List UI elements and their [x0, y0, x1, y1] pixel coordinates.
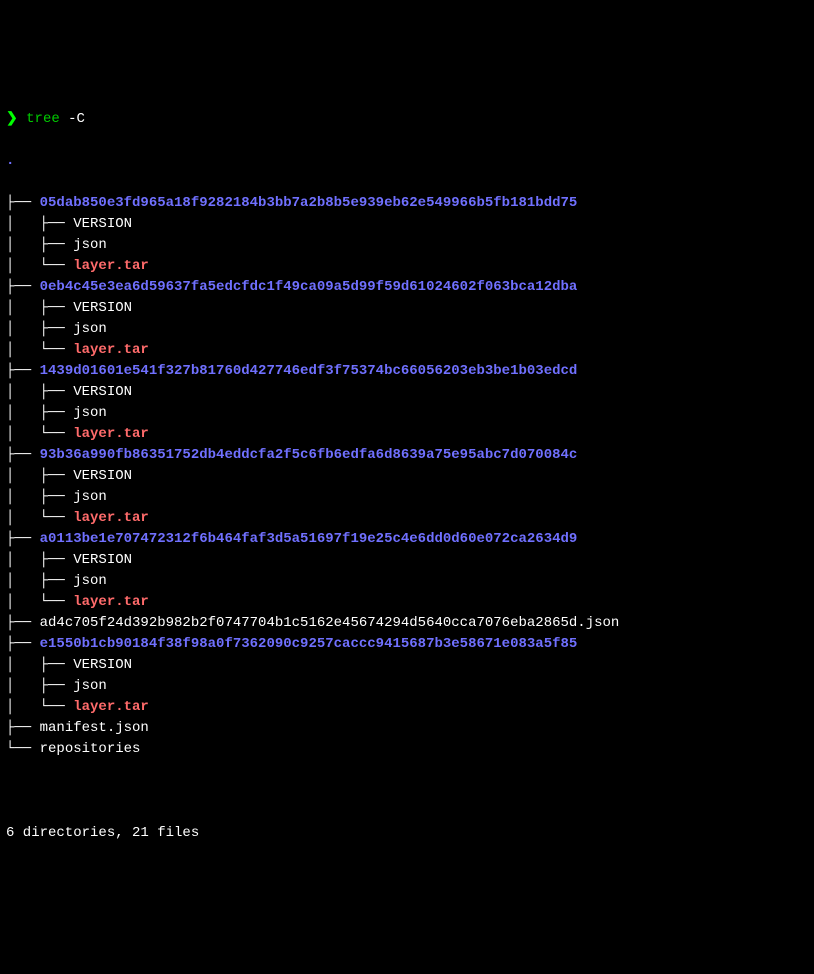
tree-entry-name: VERSION: [73, 300, 132, 316]
tree-row: ├── a0113be1e707472312f6b464faf3d5a51697…: [6, 529, 808, 550]
tree-row: │ ├── json: [6, 235, 808, 256]
tree-entry-name: 0eb4c45e3ea6d59637fa5edcfdc1f49ca09a5d99…: [40, 279, 578, 295]
tree-row: ├── manifest.json: [6, 718, 808, 739]
tree-row: │ ├── json: [6, 571, 808, 592]
tree-entry-name: 05dab850e3fd965a18f9282184b3bb7a2b8b5e93…: [40, 195, 578, 211]
tree-body: ├── 05dab850e3fd965a18f9282184b3bb7a2b8b…: [6, 193, 808, 760]
tree-row: └── repositories: [6, 739, 808, 760]
tree-summary: 6 directories, 21 files: [6, 823, 808, 844]
tree-entry-name: VERSION: [73, 216, 132, 232]
tree-row: ├── 93b36a990fb86351752db4eddcfa2f5c6fb6…: [6, 445, 808, 466]
blank-line: [6, 781, 808, 802]
tree-entry-name: manifest.json: [40, 720, 149, 736]
prompt-line: ❯ tree -C: [6, 109, 808, 130]
tree-entry-name: json: [73, 573, 107, 589]
tree-entry-name: layer.tar: [73, 258, 149, 274]
tree-root: .: [6, 151, 808, 172]
tree-entry-name: repositories: [40, 741, 141, 757]
tree-row: │ └── layer.tar: [6, 256, 808, 277]
tree-row: │ └── layer.tar: [6, 508, 808, 529]
command: tree: [26, 111, 60, 127]
tree-entry-name: layer.tar: [73, 510, 149, 526]
tree-entry-name: layer.tar: [73, 594, 149, 610]
tree-row: │ ├── json: [6, 676, 808, 697]
tree-entry-name: json: [73, 237, 107, 253]
terminal-output: ❯ tree -C . ├── 05dab850e3fd965a18f92821…: [6, 88, 808, 865]
tree-entry-name: 93b36a990fb86351752db4eddcfa2f5c6fb6edfa…: [40, 447, 578, 463]
tree-entry-name: e1550b1cb90184f38f98a0f7362090c9257caccc…: [40, 636, 578, 652]
tree-entry-name: 1439d01601e541f327b81760d427746edf3f7537…: [40, 363, 578, 379]
tree-row: ├── 1439d01601e541f327b81760d427746edf3f…: [6, 361, 808, 382]
tree-entry-name: layer.tar: [73, 342, 149, 358]
tree-row: ├── ad4c705f24d392b982b2f0747704b1c5162e…: [6, 613, 808, 634]
tree-entry-name: json: [73, 321, 107, 337]
tree-entry-name: VERSION: [73, 657, 132, 673]
tree-entry-name: json: [73, 405, 107, 421]
tree-entry-name: VERSION: [73, 468, 132, 484]
tree-entry-name: ad4c705f24d392b982b2f0747704b1c5162e4567…: [40, 615, 620, 631]
tree-entry-name: json: [73, 489, 107, 505]
tree-row: │ └── layer.tar: [6, 340, 808, 361]
tree-row: │ └── layer.tar: [6, 697, 808, 718]
tree-row: │ └── layer.tar: [6, 592, 808, 613]
tree-row: ├── e1550b1cb90184f38f98a0f7362090c9257c…: [6, 634, 808, 655]
tree-row: │ ├── VERSION: [6, 298, 808, 319]
command-arg: -C: [68, 111, 85, 127]
tree-entry-name: json: [73, 678, 107, 694]
tree-row: │ ├── json: [6, 319, 808, 340]
tree-entry-name: VERSION: [73, 552, 132, 568]
tree-entry-name: VERSION: [73, 384, 132, 400]
tree-entry-name: layer.tar: [73, 699, 149, 715]
tree-row: │ └── layer.tar: [6, 424, 808, 445]
tree-row: │ ├── VERSION: [6, 466, 808, 487]
tree-entry-name: layer.tar: [73, 426, 149, 442]
tree-row: │ ├── VERSION: [6, 655, 808, 676]
tree-row: │ ├── json: [6, 487, 808, 508]
tree-row: │ ├── VERSION: [6, 214, 808, 235]
tree-row: │ ├── VERSION: [6, 382, 808, 403]
tree-entry-name: a0113be1e707472312f6b464faf3d5a51697f19e…: [40, 531, 578, 547]
tree-row: ├── 0eb4c45e3ea6d59637fa5edcfdc1f49ca09a…: [6, 277, 808, 298]
tree-row: ├── 05dab850e3fd965a18f9282184b3bb7a2b8b…: [6, 193, 808, 214]
prompt-symbol: ❯: [6, 111, 18, 127]
tree-row: │ ├── VERSION: [6, 550, 808, 571]
tree-row: │ ├── json: [6, 403, 808, 424]
